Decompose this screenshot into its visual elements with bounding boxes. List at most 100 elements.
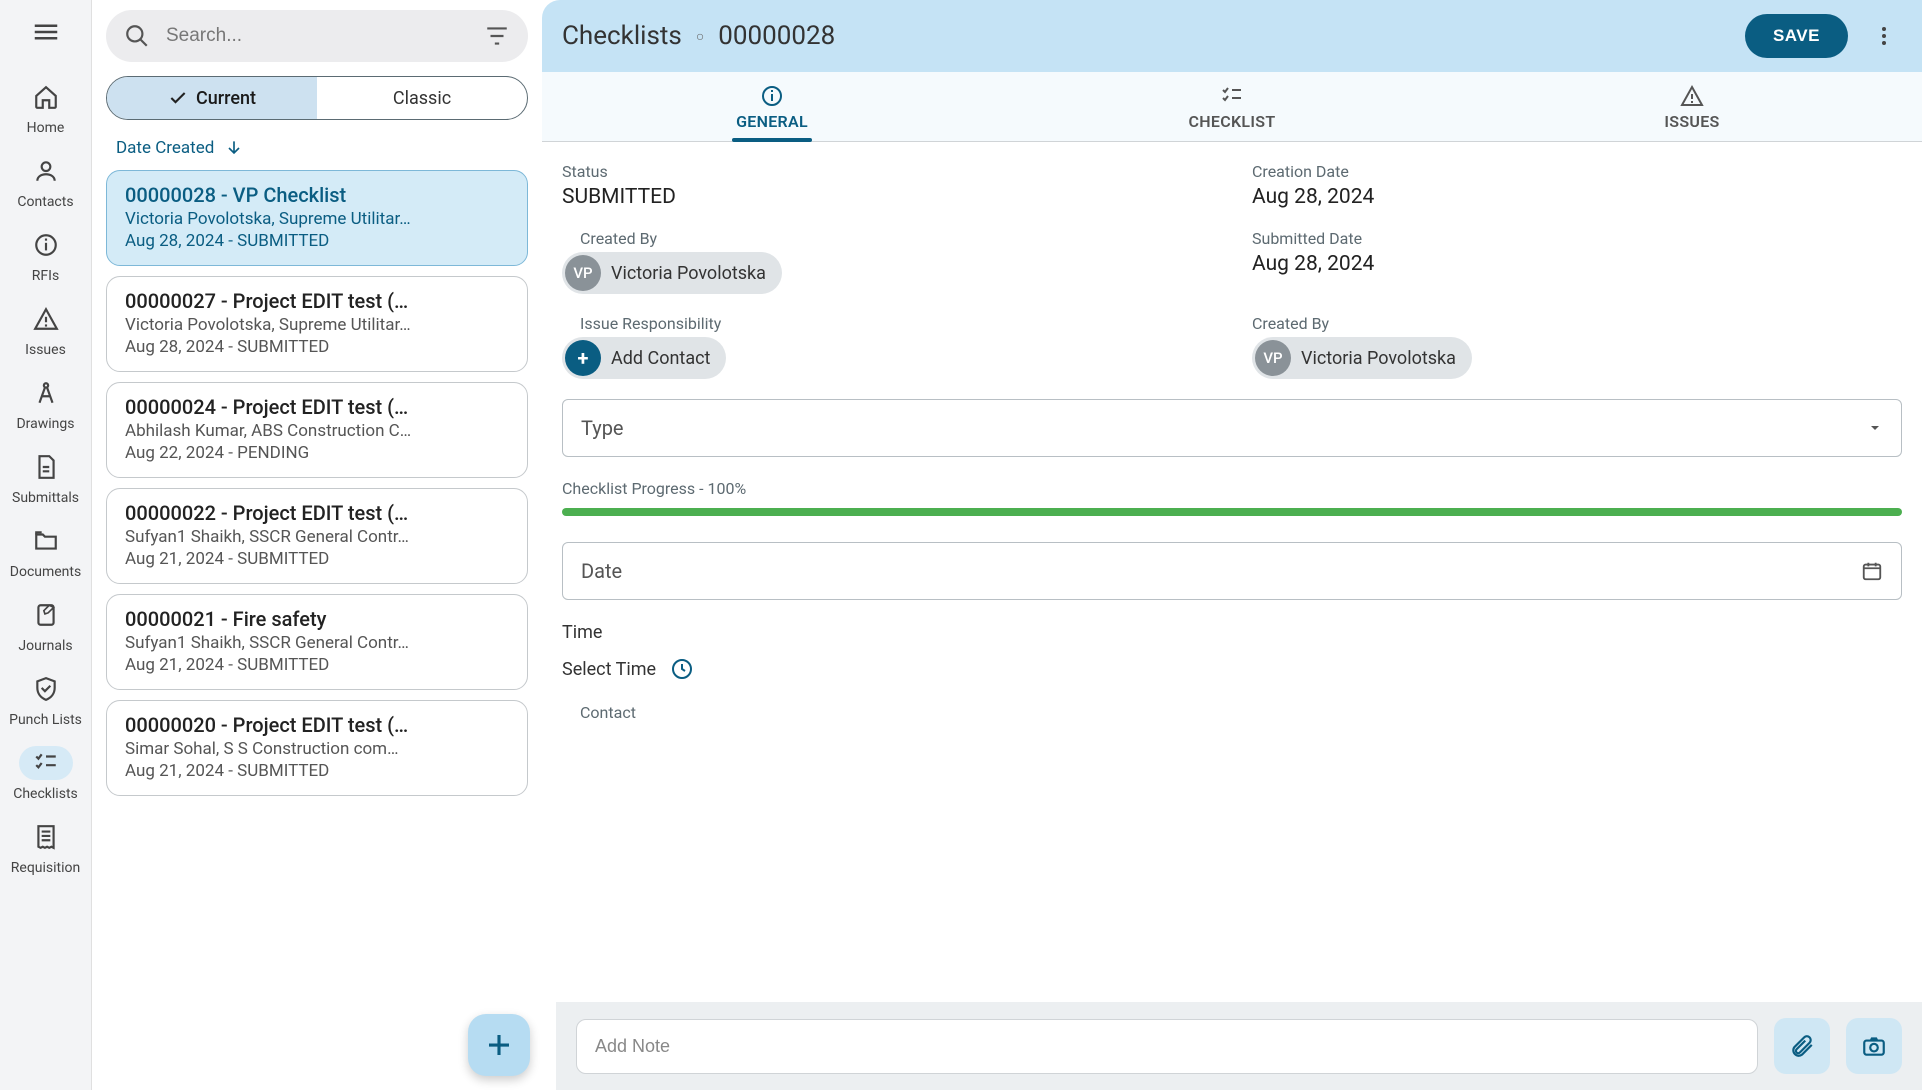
tab-general[interactable]: GENERAL bbox=[542, 72, 1002, 141]
toggle-classic-label: Classic bbox=[393, 88, 451, 109]
checklist-icon bbox=[1220, 84, 1244, 108]
created-by-2-pill[interactable]: VP Victoria Povolotska bbox=[1252, 337, 1472, 379]
card-meta: Aug 28, 2024 - SUBMITTED bbox=[125, 231, 509, 251]
card-title: 00000022 - Project EDIT test (… bbox=[125, 501, 509, 525]
nav-requisition[interactable]: Requisition bbox=[0, 810, 91, 884]
search-icon bbox=[124, 23, 150, 49]
tab-checklist[interactable]: CHECKLIST bbox=[1002, 72, 1462, 141]
detail-tabs: GENERAL CHECKLIST ISSUES bbox=[542, 72, 1922, 142]
tab-general-label: GENERAL bbox=[736, 112, 808, 131]
avatar-initials: VP bbox=[1255, 340, 1291, 376]
view-toggle: Current Classic bbox=[106, 76, 528, 120]
nav-drawings-label: Drawings bbox=[16, 416, 74, 432]
created-by-2-name: Victoria Povolotska bbox=[1301, 348, 1456, 369]
nav-documents[interactable]: Documents bbox=[0, 514, 91, 588]
attach-button[interactable] bbox=[1774, 1018, 1830, 1074]
card-list[interactable]: 00000028 - VP Checklist Victoria Povolot… bbox=[106, 170, 528, 1090]
list-item[interactable]: 00000027 - Project EDIT test (… Victoria… bbox=[106, 276, 528, 372]
avatar-initials: VP bbox=[565, 255, 601, 291]
detail-body[interactable]: Status SUBMITTED Creation Date Aug 28, 2… bbox=[542, 142, 1922, 1090]
card-author: Abhilash Kumar, ABS Construction C… bbox=[125, 421, 509, 441]
date-label: Date bbox=[581, 559, 622, 583]
nav-submittals[interactable]: Submittals bbox=[0, 440, 91, 514]
nav-home[interactable]: Home bbox=[0, 70, 91, 144]
card-title: 00000021 - Fire safety bbox=[125, 607, 509, 631]
created-by-name: Victoria Povolotska bbox=[611, 263, 766, 284]
card-author: Sufyan1 Shaikh, SSCR General Contr… bbox=[125, 527, 509, 547]
file-icon bbox=[33, 454, 59, 480]
add-button[interactable] bbox=[468, 1014, 530, 1076]
nav-contacts[interactable]: Contacts bbox=[0, 144, 91, 218]
nav-issues[interactable]: Issues bbox=[0, 292, 91, 366]
sort-control[interactable]: Date Created bbox=[106, 138, 528, 170]
detail-panel: Checklists ○ 00000028 SAVE GENERAL CHECK… bbox=[542, 0, 1922, 1090]
detail-title: Checklists ○ 00000028 bbox=[562, 21, 835, 51]
created-by-label: Created By bbox=[580, 229, 1212, 248]
save-button[interactable]: SAVE bbox=[1745, 14, 1848, 58]
person-icon bbox=[33, 158, 59, 184]
nav-checklists[interactable]: Checklists bbox=[0, 736, 91, 810]
nav-drawings[interactable]: Drawings bbox=[0, 366, 91, 440]
type-label: Type bbox=[581, 416, 624, 440]
camera-button[interactable] bbox=[1846, 1018, 1902, 1074]
toggle-classic[interactable]: Classic bbox=[317, 77, 527, 119]
list-item[interactable]: 00000028 - VP Checklist Victoria Povolot… bbox=[106, 170, 528, 266]
nav-punchlists-label: Punch Lists bbox=[9, 712, 82, 728]
progress-bar bbox=[562, 508, 1902, 516]
card-title: 00000020 - Project EDIT test (… bbox=[125, 713, 509, 737]
check-icon bbox=[168, 88, 188, 108]
list-item[interactable]: 00000022 - Project EDIT test (… Sufyan1 … bbox=[106, 488, 528, 584]
progress-fill bbox=[562, 508, 1902, 516]
checklist-icon bbox=[33, 750, 59, 776]
paperclip-icon bbox=[1789, 1033, 1815, 1059]
card-title: 00000028 - VP Checklist bbox=[125, 183, 509, 207]
module-name: Checklists bbox=[562, 21, 682, 51]
nav-journals[interactable]: Journals bbox=[0, 588, 91, 662]
card-author: Sufyan1 Shaikh, SSCR General Contr… bbox=[125, 633, 509, 653]
card-meta: Aug 22, 2024 - PENDING bbox=[125, 443, 509, 463]
date-input[interactable]: Date bbox=[562, 542, 1902, 600]
info-circle-icon bbox=[760, 84, 784, 108]
list-item[interactable]: 00000020 - Project EDIT test (… Simar So… bbox=[106, 700, 528, 796]
tab-checklist-label: CHECKLIST bbox=[1189, 112, 1276, 131]
card-meta: Aug 21, 2024 - SUBMITTED bbox=[125, 655, 509, 675]
note-input[interactable] bbox=[576, 1019, 1758, 1074]
hamburger-menu-button[interactable] bbox=[26, 12, 66, 52]
compass-icon bbox=[33, 380, 59, 406]
select-time-button[interactable]: Select Time bbox=[562, 657, 1902, 681]
card-title: 00000024 - Project EDIT test (… bbox=[125, 395, 509, 419]
nav-rfis[interactable]: RFIs bbox=[0, 218, 91, 292]
nav-punch-lists[interactable]: Punch Lists bbox=[0, 662, 91, 736]
nav-submittals-label: Submittals bbox=[12, 490, 79, 506]
submitted-date-value: Aug 28, 2024 bbox=[1252, 252, 1902, 276]
card-meta: Aug 21, 2024 - SUBMITTED bbox=[125, 549, 509, 569]
time-header: Time bbox=[562, 622, 1902, 643]
shield-check-icon bbox=[33, 676, 59, 702]
more-menu-button[interactable] bbox=[1866, 18, 1902, 54]
tab-issues[interactable]: ISSUES bbox=[1462, 72, 1922, 141]
warning-icon bbox=[1680, 84, 1704, 108]
creation-date-field: Creation Date Aug 28, 2024 bbox=[1252, 162, 1902, 209]
type-select[interactable]: Type bbox=[562, 399, 1902, 457]
nav-requisition-label: Requisition bbox=[11, 860, 80, 876]
arrow-down-icon bbox=[224, 138, 244, 158]
created-by-pill[interactable]: VP Victoria Povolotska bbox=[562, 252, 782, 294]
calendar-icon bbox=[1861, 560, 1883, 582]
list-item[interactable]: 00000024 - Project EDIT test (… Abhilash… bbox=[106, 382, 528, 478]
nav-issues-label: Issues bbox=[25, 342, 66, 358]
card-author: Victoria Povolotska, Supreme Utilitar… bbox=[125, 209, 509, 229]
search-box[interactable] bbox=[106, 10, 528, 62]
select-time-label: Select Time bbox=[562, 659, 656, 680]
toggle-current[interactable]: Current bbox=[107, 77, 317, 119]
add-contact-pill[interactable]: + Add Contact bbox=[562, 337, 726, 379]
status-label: Status bbox=[562, 162, 1212, 181]
search-input[interactable] bbox=[166, 25, 468, 47]
plus-circle-icon: + bbox=[565, 340, 601, 376]
plus-icon bbox=[484, 1030, 514, 1060]
add-contact-label: Add Contact bbox=[611, 348, 710, 369]
submitted-date-field: Submitted Date Aug 28, 2024 bbox=[1252, 229, 1902, 294]
list-item[interactable]: 00000021 - Fire safety Sufyan1 Shaikh, S… bbox=[106, 594, 528, 690]
filter-icon[interactable] bbox=[484, 23, 510, 49]
created-by-2-label: Created By bbox=[1252, 314, 1902, 333]
list-panel: Current Classic Date Created 00000028 - … bbox=[92, 0, 542, 1090]
